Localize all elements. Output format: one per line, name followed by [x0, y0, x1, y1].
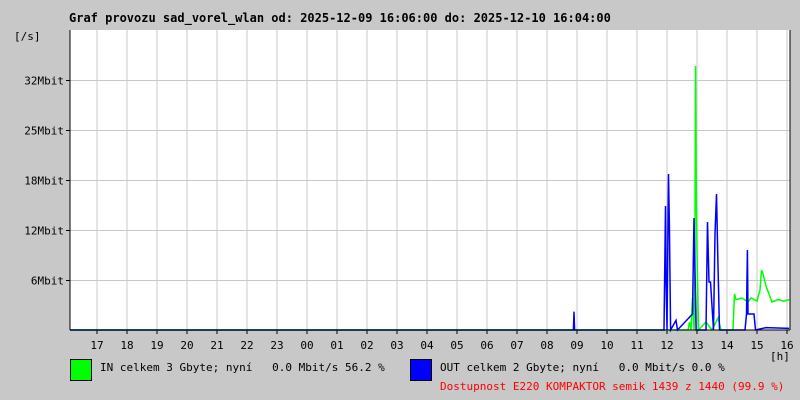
x-tick-label: 05	[450, 339, 463, 352]
x-tick-label: 00	[300, 339, 313, 352]
x-tick-label: 14	[720, 339, 734, 352]
y-tick-label: 12Mbit	[24, 225, 64, 238]
traffic-graph: Graf provozu sad_vorel_wlan od: 2025-12-…	[0, 0, 800, 400]
x-tick-label: 09	[570, 339, 583, 352]
x-tick-label: 11	[630, 339, 643, 352]
x-tick-label: 19	[150, 339, 163, 352]
in-legend-text: IN celkem 3 Gbyte; nyní 0.0 Mbit/s 56.2 …	[100, 361, 385, 374]
x-tick-label: 06	[480, 339, 493, 352]
x-axis-unit: [h]	[770, 350, 790, 363]
x-tick-label: 13	[690, 339, 703, 352]
y-tick-label: 25Mbit	[24, 125, 64, 138]
out-legend-text: OUT celkem 2 Gbyte; nyní 0.0 Mbit/s 0.0 …	[440, 361, 725, 374]
x-tick-label: 20	[180, 339, 193, 352]
x-tick-label: 22	[240, 339, 253, 352]
out-legend-swatch	[410, 359, 432, 381]
x-tick-label: 04	[420, 339, 434, 352]
availability-text: Dostupnost E220 KOMPAKTOR semik 1439 z 1…	[440, 380, 785, 393]
y-tick-label: 6Mbit	[31, 275, 64, 288]
x-tick-label: 10	[600, 339, 613, 352]
x-tick-label: 08	[540, 339, 553, 352]
in-legend-swatch	[70, 359, 92, 381]
y-tick-label: 32Mbit	[24, 75, 64, 88]
x-tick-label: 01	[330, 339, 343, 352]
x-tick-label: 23	[270, 339, 283, 352]
x-tick-label: 07	[510, 339, 523, 352]
y-tick-label: 18Mbit	[24, 175, 64, 188]
x-tick-label: 03	[390, 339, 403, 352]
x-tick-label: 12	[660, 339, 673, 352]
x-tick-label: 18	[120, 339, 133, 352]
x-tick-label: 15	[750, 339, 763, 352]
x-tick-label: 02	[360, 339, 373, 352]
chart-svg: 17 18 19 20 21 22 23 00 01 02 03 04 05 06 07 08 09 10 11 12…	[24, 30, 794, 363]
x-tick-label: 21	[210, 339, 223, 352]
x-tick-label: 17	[90, 339, 103, 352]
